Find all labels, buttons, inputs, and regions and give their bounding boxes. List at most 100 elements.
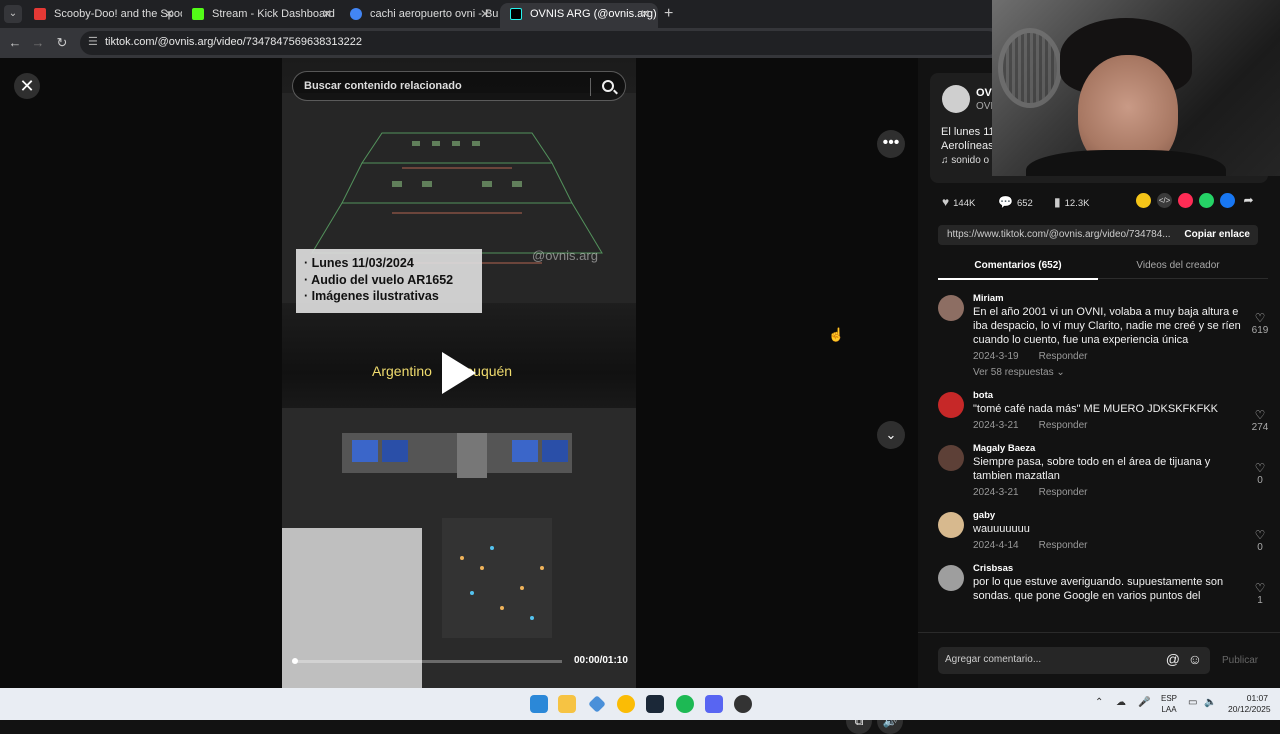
comment-author[interactable]: gaby — [973, 510, 1244, 522]
avatar[interactable] — [938, 445, 964, 471]
video-stage: ✕ Buscar contenido relacionado · Lunes 1… — [0, 58, 918, 734]
spotify-icon[interactable] — [676, 695, 694, 713]
forward-icon[interactable]: → — [29, 34, 47, 52]
close-icon[interactable]: ✕ — [14, 73, 40, 99]
reply-button[interactable]: Responder — [1039, 487, 1088, 498]
avatar[interactable] — [938, 295, 964, 321]
file-explorer-icon[interactable] — [558, 695, 576, 713]
more-options-icon[interactable]: ••• — [877, 130, 905, 158]
reload-icon[interactable]: ↻ — [53, 34, 71, 52]
youtube-icon — [34, 8, 46, 20]
like-count: 1 — [1257, 595, 1263, 606]
close-tab-icon[interactable]: ✕ — [640, 3, 650, 25]
comment-author[interactable]: Miriam — [973, 293, 1244, 305]
reply-button[interactable]: Responder — [1039, 420, 1088, 431]
language-indicator[interactable]: ESP LAA — [1159, 693, 1179, 715]
webcam-overlay — [992, 0, 1280, 176]
send-icon[interactable] — [1178, 193, 1193, 208]
network-tray-icon[interactable]: ☁ — [1116, 697, 1126, 708]
video-caption-overlay: · Lunes 11/03/2024 · Audio del vuelo AR1… — [296, 249, 482, 313]
avatar[interactable] — [938, 512, 964, 538]
close-tab-icon[interactable]: ✕ — [164, 3, 174, 25]
browser-tab[interactable]: Stream - Kick Dashboard ✕ — [182, 3, 340, 28]
post-stats: ♥ 144K 💬 652 ▮ 12.3K </> ➦ — [930, 191, 1268, 213]
new-tab-button[interactable]: + — [664, 5, 673, 23]
comment-text: "tomé café nada más" ME MUERO JDKSKFKFKK — [973, 403, 1218, 415]
comment-likes[interactable]: ♡ 619 — [1250, 311, 1270, 336]
tab-comments[interactable]: Comentarios (652) — [938, 260, 1098, 280]
site-info-icon[interactable]: ☰ — [88, 35, 98, 48]
facebook-icon[interactable] — [1220, 193, 1235, 208]
browser-tab[interactable]: cachi aeropuerto ovni - Buscar ✕ — [340, 3, 498, 28]
progress-knob[interactable] — [292, 658, 298, 664]
view-replies-button[interactable]: Ver 58 respuestas ⌄ — [973, 367, 1244, 378]
taskbar-clock[interactable]: 01:07 20/12/2025 — [1228, 693, 1271, 715]
browser-tab[interactable]: Scooby-Doo! and the Spooky S ✕ — [24, 3, 182, 28]
heart-icon[interactable]: ♥ — [942, 195, 949, 209]
tab-title: cachi aeropuerto ovni - Buscar — [370, 8, 498, 20]
comment-stat[interactable]: 💬 652 — [998, 195, 1033, 209]
copy-link-button[interactable]: Copiar enlace — [1184, 229, 1250, 240]
tab-title: OVNIS ARG (@ovnis.arg) | TikTo — [530, 8, 658, 20]
comment-likes[interactable]: ♡ 1 — [1250, 581, 1270, 606]
avatar[interactable] — [938, 565, 964, 591]
comment-author[interactable]: Magaly Baeza — [973, 443, 1244, 455]
heart-outline-icon[interactable]: ♡ — [1250, 311, 1270, 325]
tab-creator-videos[interactable]: Videos del creador — [1098, 260, 1258, 271]
chrome-icon[interactable] — [617, 695, 635, 713]
list-item: Crisbsas por lo que estuve averiguando. … — [918, 563, 1280, 606]
save-stat[interactable]: ▮ 12.3K — [1054, 195, 1089, 209]
comment-input[interactable]: Agregar comentario... @ ☺ — [938, 647, 1210, 674]
comment-author[interactable]: bota — [973, 390, 1244, 402]
comment-likes[interactable]: ♡ 0 — [1250, 461, 1270, 486]
chevron-down-icon[interactable]: ⌄ — [877, 421, 905, 449]
address-bar[interactable]: ☰ tiktok.com/@ovnis.arg/video/7347847569… — [80, 31, 1000, 55]
publish-button[interactable]: Publicar — [1222, 655, 1258, 666]
tab-title: Stream - Kick Dashboard — [212, 8, 335, 20]
comment-text: En el año 2001 vi un OVNI, volaba a muy … — [973, 306, 1241, 346]
embed-icon[interactable]: </> — [1157, 193, 1172, 208]
avatar[interactable] — [942, 85, 970, 113]
microphone-icon[interactable]: 🎤 — [1138, 697, 1150, 708]
bookmark-icon[interactable]: ▮ — [1054, 195, 1061, 209]
heart-outline-icon[interactable]: ♡ — [1250, 408, 1270, 422]
search-icon[interactable] — [602, 80, 614, 92]
related-search-input[interactable]: Buscar contenido relacionado — [292, 71, 626, 101]
windows-start-icon[interactable] — [530, 695, 548, 713]
tab-search-button[interactable]: ⌄ — [4, 5, 22, 23]
repost-icon[interactable] — [1136, 193, 1151, 208]
back-icon[interactable]: ← — [6, 34, 24, 52]
mention-icon[interactable]: @ — [1166, 651, 1180, 667]
app-icon[interactable] — [588, 695, 606, 713]
steam-icon[interactable] — [646, 695, 664, 713]
chevron-up-icon[interactable]: ⌃ — [1095, 697, 1103, 708]
avatar[interactable] — [938, 392, 964, 418]
like-count: 0 — [1257, 475, 1263, 486]
like-stat[interactable]: ♥ 144K — [942, 195, 975, 209]
heart-outline-icon[interactable]: ♡ — [1250, 581, 1270, 595]
close-tab-icon[interactable]: ✕ — [322, 3, 332, 25]
comment-author[interactable]: Crisbsas — [973, 563, 1244, 575]
reply-button[interactable]: Responder — [1039, 351, 1088, 362]
heart-outline-icon[interactable]: ♡ — [1250, 528, 1270, 542]
reply-button[interactable]: Responder — [1039, 540, 1088, 551]
comment-icon[interactable]: 💬 — [998, 195, 1013, 209]
discord-icon[interactable] — [705, 695, 723, 713]
browser-tab-active[interactable]: OVNIS ARG (@ovnis.arg) | TikTo ✕ — [500, 3, 658, 28]
video-player[interactable]: Buscar contenido relacionado · Lunes 11/… — [282, 58, 636, 688]
share-arrow-icon[interactable]: ➦ — [1241, 193, 1256, 208]
speaker-icon[interactable]: 🔈 — [1204, 697, 1216, 708]
whatsapp-icon[interactable] — [1199, 193, 1214, 208]
music-label[interactable]: ♫ sonido o — [941, 155, 989, 166]
play-icon[interactable] — [442, 352, 476, 394]
search-divider — [590, 78, 591, 96]
app-icon[interactable] — [734, 695, 752, 713]
post-link: https://www.tiktok.com/@ovnis.arg/video/… — [947, 229, 1171, 240]
comment-likes[interactable]: ♡ 0 — [1250, 528, 1270, 553]
comment-likes[interactable]: ♡ 274 — [1250, 408, 1270, 433]
progress-bar[interactable] — [292, 658, 562, 664]
close-tab-icon[interactable]: ✕ — [480, 3, 490, 25]
emoji-icon[interactable]: ☺ — [1188, 651, 1202, 667]
monitor-icon[interactable]: ▭ — [1188, 697, 1197, 708]
heart-outline-icon[interactable]: ♡ — [1250, 461, 1270, 475]
